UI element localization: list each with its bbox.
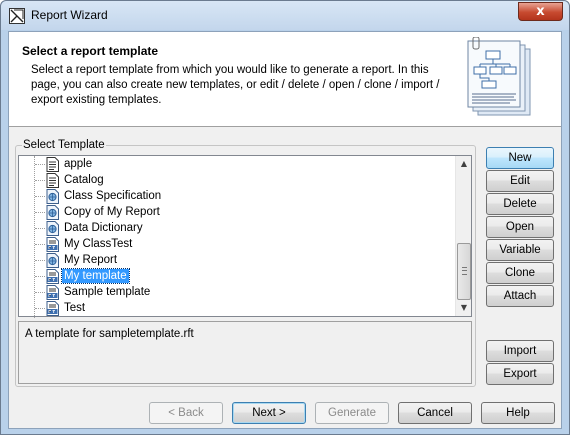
tree-scrollbar[interactable]: ▲ ▼ [455,156,471,316]
tree-item[interactable]: Class Specification [19,188,439,204]
tree-item-label: My Report [64,254,118,266]
grip-icon [462,267,467,275]
tree-item-label: Test [64,302,86,314]
html-template-icon [46,221,59,236]
tree-item-label: Catalog [64,174,104,186]
rtf-template-icon [46,269,59,284]
rtf-template-icon [46,301,59,316]
tree-item[interactable]: My template [19,268,439,284]
template-description: A template for sampletemplate.rft [18,321,472,384]
edit-button[interactable]: Edit [486,170,554,192]
tree-connector-line [35,164,45,165]
tree-connector-line [35,196,45,197]
tree-item[interactable]: Sample template [19,284,439,300]
template-tree[interactable]: apple Catalog Class Specification Copy of M… [18,155,472,318]
tree-item-label: Copy of My Report [64,206,160,218]
tree-connector-line [35,308,45,309]
attach-button[interactable]: Attach [486,285,554,307]
select-template-group-label: Select Template [22,139,106,151]
tree-connector-line [35,212,45,213]
generate-button[interactable]: Generate [315,402,389,424]
dialog-client-area: Select a report template Select a report… [8,31,562,429]
tree-connector-line [35,244,45,245]
tree-connector-line [35,292,45,293]
tree-item[interactable]: Catalog [19,172,439,188]
tree-item-label: My template [61,268,130,284]
variable-button[interactable]: Variable [486,239,554,261]
tree-connector-line [35,228,45,229]
tree-connector-line [35,276,45,277]
tree-connector-line [35,180,45,181]
tree-item-label: Class Specification [64,190,162,202]
tree-item-label: Data Dictionary [64,222,143,234]
scroll-down-arrow-icon[interactable]: ▼ [456,300,472,316]
title-bar[interactable]: Report Wizard x [1,1,569,30]
report-wizard-window: Report Wizard x Select a report template… [0,0,570,435]
rtf-template-icon [46,285,59,300]
document-icon [46,157,59,172]
page-title: Select a report template [22,44,159,58]
html-template-icon [46,253,59,268]
close-button[interactable]: x [518,2,563,21]
tree-item[interactable]: Test [19,300,439,316]
tree-item[interactable]: My Report [19,252,439,268]
tree-item-label: My ClassTest [64,238,133,250]
import-button[interactable]: Import [486,340,554,362]
report-documents-illustration [464,36,536,123]
clone-button[interactable]: Clone [486,262,554,284]
html-template-icon [46,205,59,220]
document-icon [46,173,59,188]
export-button[interactable]: Export [486,363,554,385]
scroll-thumb[interactable] [457,243,471,300]
tree-item[interactable]: apple [19,156,439,172]
open-button[interactable]: Open [486,216,554,238]
cancel-button[interactable]: Cancel [398,402,472,424]
tree-item[interactable]: Copy of My Report [19,204,439,220]
app-icon [9,8,25,24]
rtf-template-icon [46,237,59,252]
delete-button[interactable]: Delete [486,193,554,215]
scroll-up-arrow-icon[interactable]: ▲ [456,156,472,172]
wizard-header: Select a report template Select a report… [9,32,561,127]
tree-item[interactable]: Data Dictionary [19,220,439,236]
back-button[interactable]: < Back [149,402,223,424]
next-button[interactable]: Next > [232,402,306,424]
tree-item[interactable]: My ClassTest [19,236,439,252]
tree-item-label: Sample template [64,286,151,298]
help-button[interactable]: Help [481,402,555,424]
tree-item-label: apple [64,158,93,170]
window-title: Report Wizard [31,8,108,22]
html-template-icon [46,189,59,204]
tree-connector-line [35,260,45,261]
page-description: Select a report template from which you … [31,64,440,106]
new-button[interactable]: New [486,147,554,169]
